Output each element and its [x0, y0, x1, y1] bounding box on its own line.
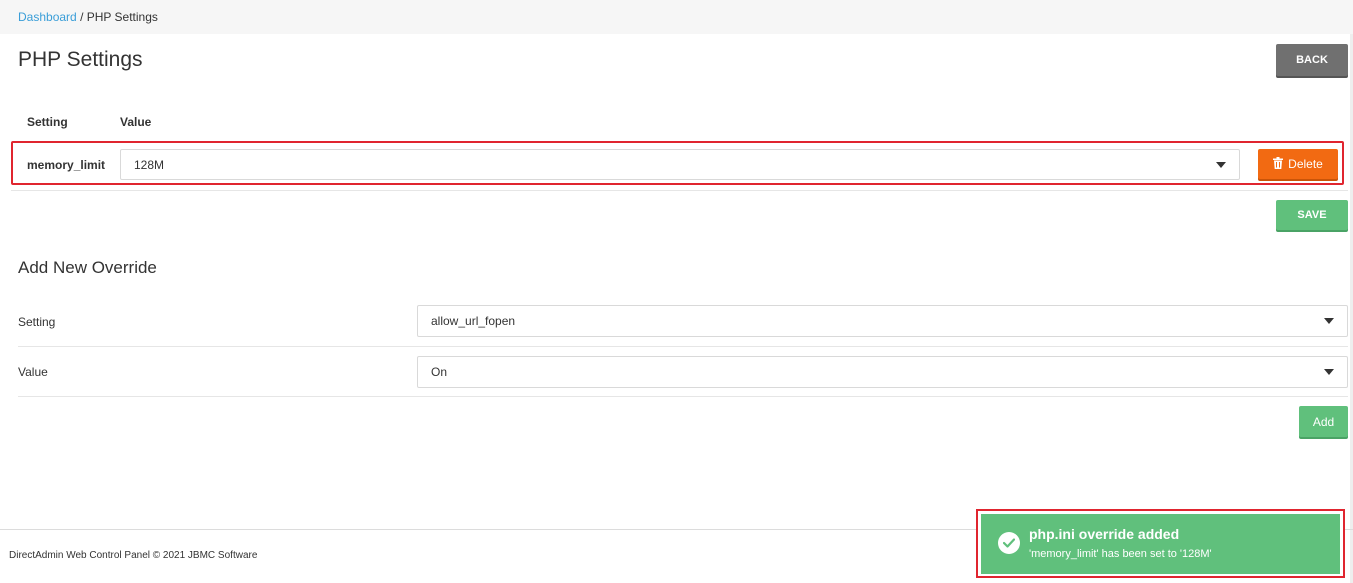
save-button[interactable]: SAVE	[1276, 200, 1348, 230]
breadcrumb-current: PHP Settings	[86, 10, 158, 24]
caret-down-icon	[1324, 318, 1334, 324]
top-bar: Dashboard / PHP Settings	[0, 0, 1353, 34]
page-title: PHP Settings	[18, 48, 143, 71]
trash-icon	[1273, 156, 1284, 172]
table-row-setting-name: memory_limit	[27, 158, 106, 172]
add-button[interactable]: Add	[1299, 406, 1348, 437]
footer-text: DirectAdmin Web Control Panel © 2021 JBM…	[9, 550, 258, 561]
form-divider	[18, 346, 1348, 347]
column-header-setting: Setting	[27, 115, 68, 129]
new-setting-label: Setting	[18, 315, 56, 329]
delete-button-label: Delete	[1288, 157, 1323, 171]
breadcrumb: Dashboard / PHP Settings	[18, 10, 158, 24]
check-circle-icon	[998, 532, 1020, 554]
column-header-value: Value	[120, 115, 152, 129]
form-divider	[18, 396, 1348, 397]
success-toast[interactable]: php.ini override added 'memory_limit' ha…	[981, 514, 1340, 574]
toast-title: php.ini override added	[1029, 526, 1180, 542]
table-row-value-text: 128M	[134, 157, 165, 172]
new-setting-select-value: allow_url_fopen	[431, 314, 516, 328]
new-setting-select[interactable]: allow_url_fopen	[417, 305, 1348, 337]
new-value-label: Value	[18, 365, 48, 379]
delete-button[interactable]: Delete	[1258, 149, 1338, 179]
caret-down-icon	[1216, 161, 1226, 168]
toast-message: 'memory_limit' has been set to '128M'	[1029, 548, 1212, 560]
breadcrumb-separator: /	[80, 10, 84, 24]
new-value-select[interactable]: On	[417, 356, 1348, 388]
table-row-value-select[interactable]: 128M	[120, 149, 1240, 180]
add-override-title: Add New Override	[18, 258, 157, 277]
breadcrumb-dashboard-link[interactable]: Dashboard	[18, 10, 77, 24]
row-divider	[11, 190, 1348, 191]
back-button[interactable]: BACK	[1276, 44, 1348, 76]
caret-down-icon	[1324, 369, 1334, 375]
new-value-select-value: On	[431, 365, 448, 379]
